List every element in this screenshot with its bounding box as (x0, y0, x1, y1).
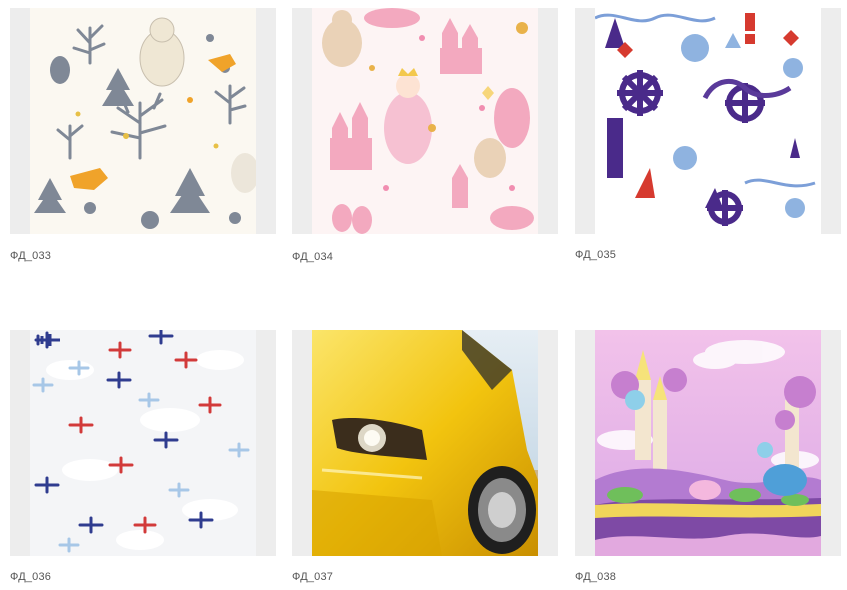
princess-castle-pattern-image (312, 8, 538, 234)
product-code-label[interactable]: ФД_035 (575, 249, 616, 261)
product-thumbnail[interactable] (10, 330, 276, 556)
nautical-pattern-image (595, 8, 821, 234)
product-code-label[interactable]: ФД_037 (292, 571, 333, 583)
product-code-label[interactable]: ФД_033 (10, 250, 51, 262)
product-thumbnail[interactable] (575, 8, 841, 234)
yellow-sports-car-photo-image (312, 330, 538, 556)
product-code-label[interactable]: ФД_036 (10, 571, 51, 583)
product-thumbnail[interactable] (292, 330, 558, 556)
airplanes-clouds-pattern-image (30, 330, 256, 556)
product-thumbnail[interactable] (292, 8, 558, 234)
product-code-label[interactable]: ФД_038 (575, 571, 616, 583)
product-thumbnail[interactable] (10, 8, 276, 234)
fairytale-candy-castle-landscape-image (595, 330, 821, 556)
forest-animals-pattern-image (30, 8, 256, 234)
product-code-label[interactable]: ФД_034 (292, 251, 333, 263)
product-thumbnail[interactable] (575, 330, 841, 556)
